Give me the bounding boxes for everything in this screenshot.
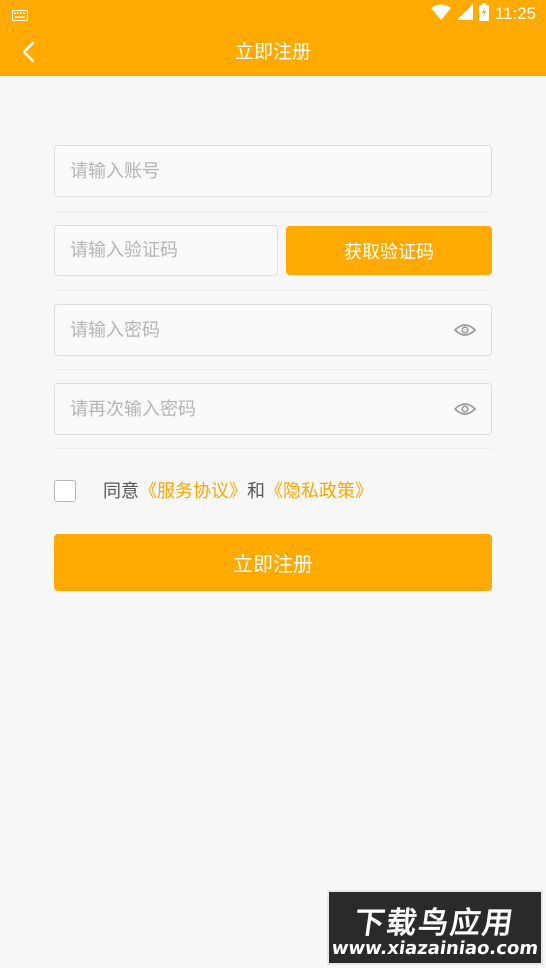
keyboard-icon — [12, 7, 28, 26]
privacy-policy-link[interactable]: 《隐私政策》 — [265, 481, 373, 502]
watermark-url: www.xiazainiao.com — [330, 938, 540, 959]
divider — [54, 369, 492, 370]
divider — [54, 448, 492, 449]
page-title: 立即注册 — [234, 41, 311, 63]
password-field — [54, 304, 492, 356]
status-bar: 11:25 — [0, 0, 546, 28]
agreement-checkbox[interactable] — [54, 480, 76, 502]
back-button[interactable] — [8, 32, 48, 72]
watermark-title: 下载鸟应用 — [352, 906, 517, 941]
confirm-password-field — [54, 383, 492, 435]
divider — [54, 211, 492, 212]
service-agreement-link[interactable]: 《服务协议》 — [139, 481, 247, 502]
back-arrow-icon — [22, 41, 35, 63]
verification-code-field — [54, 225, 278, 276]
register-button[interactable]: 立即注册 — [54, 534, 492, 591]
signal-icon — [456, 4, 473, 24]
divider — [54, 290, 492, 291]
get-code-button[interactable]: 获取验证码 — [286, 226, 492, 275]
agreement-prefix: 同意 — [103, 481, 139, 502]
wifi-icon — [430, 4, 451, 24]
battery-icon — [478, 3, 489, 25]
app-bar: 立即注册 — [0, 28, 546, 76]
account-field — [54, 145, 492, 197]
eye-icon[interactable] — [453, 399, 477, 419]
watermark: 下载鸟应用 www.xiazainiao.com — [327, 890, 543, 965]
password-input[interactable] — [55, 305, 491, 355]
agreement-text: 同意《服务协议》和《隐私政策》 — [103, 478, 373, 506]
status-time: 11:25 — [494, 4, 536, 23]
account-input[interactable] — [55, 146, 491, 196]
status-icons: 11:25 — [430, 3, 536, 25]
confirm-password-input[interactable] — [55, 384, 491, 434]
verification-code-input[interactable] — [55, 226, 277, 275]
agreement-conjunction: 和 — [247, 481, 265, 502]
eye-icon[interactable] — [453, 320, 477, 340]
